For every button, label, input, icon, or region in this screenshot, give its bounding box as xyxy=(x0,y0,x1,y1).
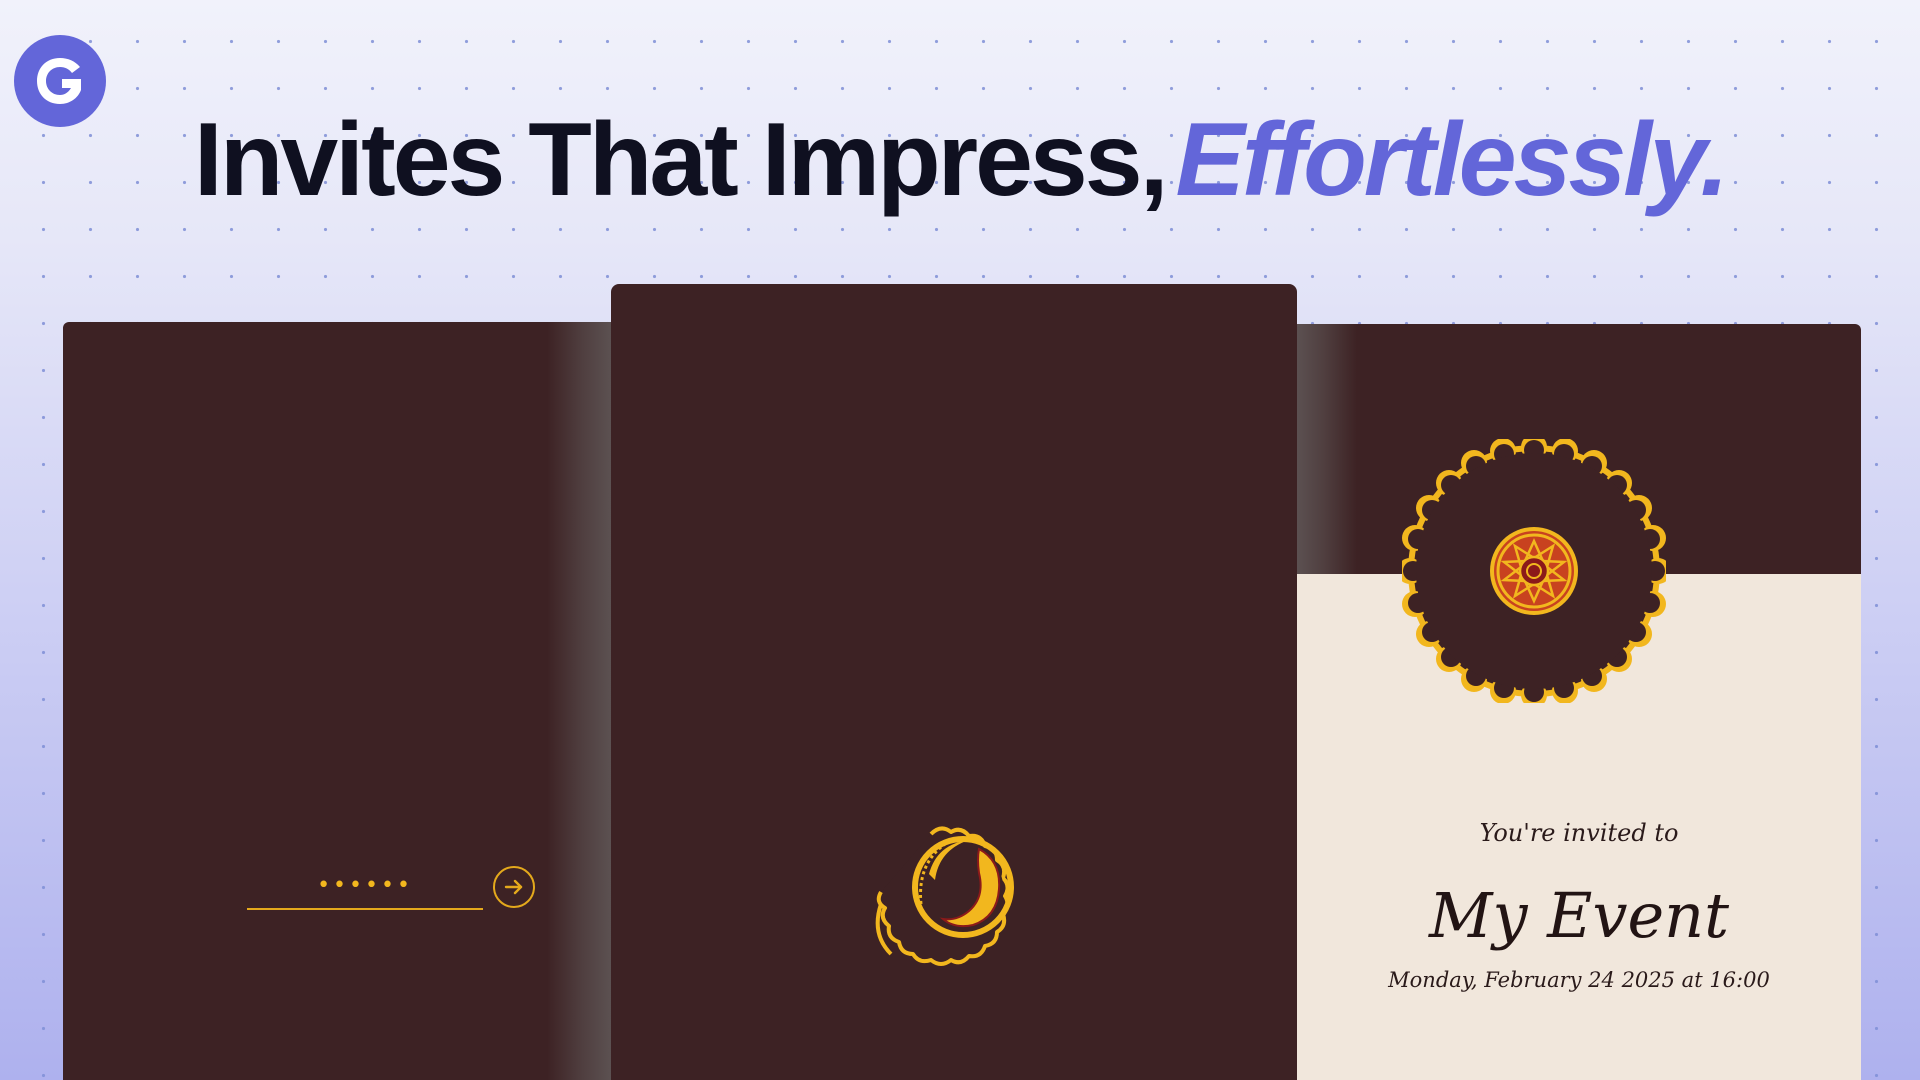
submit-button[interactable] xyxy=(493,866,535,908)
arrow-right-icon xyxy=(504,879,523,895)
event-date: Monday, February 24 2025 at 16:00 xyxy=(1388,968,1770,992)
panel-shadow xyxy=(1297,324,1357,574)
envelope-panel[interactable] xyxy=(611,284,1297,1080)
password-form xyxy=(247,862,547,932)
event-title: My Event xyxy=(1428,879,1730,952)
password-input[interactable] xyxy=(247,862,483,910)
seal-icon xyxy=(875,826,1014,966)
invitation-card-panel: You're invited to My Event Monday, Febru… xyxy=(1297,324,1861,1080)
invited-text: You're invited to xyxy=(1479,819,1679,847)
headline: Invites That Impress,Effortlessly. xyxy=(0,108,1920,212)
headline-accent: Effortlessly. xyxy=(1175,102,1730,218)
panel-shadow xyxy=(547,322,611,1080)
invite-password-panel xyxy=(63,322,611,1080)
seal-icon xyxy=(1402,439,1666,703)
headline-main: Invites That Impress, xyxy=(193,102,1169,218)
